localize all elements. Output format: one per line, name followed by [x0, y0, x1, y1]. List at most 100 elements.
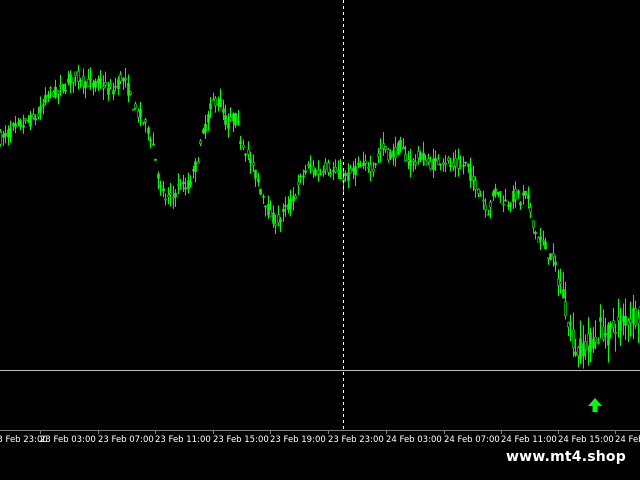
candle-body	[7, 129, 10, 138]
candle-body	[162, 188, 165, 191]
candle-body	[544, 241, 547, 250]
candle-body	[579, 338, 582, 360]
candle-body	[184, 187, 187, 190]
candle-body	[472, 176, 475, 181]
candle-body	[412, 159, 415, 162]
candle-body	[409, 159, 412, 166]
candle-body	[57, 91, 60, 94]
candle-body	[374, 163, 377, 165]
candle-body	[159, 185, 162, 187]
candle-body	[429, 161, 432, 170]
candle-body	[49, 87, 52, 89]
candle-body	[609, 323, 612, 329]
candle-body	[529, 206, 532, 213]
candle-body	[39, 106, 42, 113]
candle-body	[354, 166, 357, 175]
time-axis-label: 23 Feb 15:00	[213, 435, 269, 445]
candle-body	[254, 169, 257, 179]
candle-body	[164, 198, 167, 201]
candle-body	[152, 143, 155, 146]
candle-body	[82, 76, 85, 87]
candle-body	[349, 168, 352, 174]
candle-body	[62, 83, 65, 91]
candle-body	[12, 123, 15, 126]
candle-body	[309, 165, 312, 168]
candle-body	[477, 188, 480, 194]
candle-body	[274, 223, 277, 226]
candle-body	[129, 91, 132, 95]
candle-body	[87, 78, 90, 87]
time-axis-label: 23 Feb 19:00	[270, 435, 326, 445]
candle-body	[307, 164, 310, 167]
candle-body	[259, 188, 262, 195]
candle-body	[124, 78, 127, 80]
candle-body	[237, 120, 240, 123]
candle-body	[434, 158, 437, 162]
candle-body	[179, 187, 182, 190]
candle-body	[524, 190, 527, 196]
candle-body	[574, 351, 577, 356]
candle-body	[539, 237, 542, 241]
candle-body	[527, 194, 530, 200]
candle-body	[339, 169, 342, 180]
candle-body	[554, 261, 557, 265]
candle-body	[372, 168, 375, 173]
candle-body	[439, 163, 442, 166]
candle-body	[552, 253, 555, 258]
candle-body	[459, 165, 462, 168]
candle-body	[119, 74, 122, 82]
candle-body	[72, 77, 75, 83]
candle-body	[279, 219, 282, 223]
candle-body	[454, 158, 457, 167]
candle-body	[347, 172, 350, 181]
candle-body	[182, 181, 185, 185]
candle-body	[449, 164, 452, 168]
candle-body	[357, 162, 360, 166]
candle-body	[532, 220, 535, 229]
candle-body	[559, 281, 562, 284]
candle-body	[377, 153, 380, 158]
candle-body	[149, 139, 152, 142]
candle-body	[269, 209, 272, 217]
candle-body	[207, 114, 210, 123]
candle-body	[239, 141, 242, 144]
candle-body	[619, 321, 622, 331]
candle-body	[197, 161, 200, 164]
candle-body	[299, 175, 302, 178]
candle-body	[67, 78, 70, 83]
candle-body	[252, 162, 255, 166]
candle-body	[257, 178, 260, 183]
candle-body	[617, 316, 620, 321]
candle-body	[489, 201, 492, 208]
candle-body	[144, 119, 147, 123]
candle-body	[219, 98, 222, 107]
candle-body	[139, 109, 142, 118]
candle-body	[24, 118, 27, 121]
candle-body	[467, 163, 470, 167]
candle-body	[214, 98, 217, 107]
candle-body	[424, 160, 427, 166]
candle-body	[487, 214, 490, 216]
candle-body	[264, 205, 267, 208]
candle-body	[469, 168, 472, 181]
candle-body	[2, 134, 5, 138]
candle-body	[584, 341, 587, 350]
candle-body	[209, 103, 212, 110]
candle-body	[94, 80, 97, 88]
candle-body	[192, 169, 195, 171]
price-chart[interactable]: 23 Feb 23:0023 Feb 03:0023 Feb 07:0023 F…	[0, 0, 640, 480]
candle-body	[564, 301, 567, 316]
candle-body	[509, 203, 512, 207]
watermark-text: www.mt4.shop	[497, 444, 635, 470]
candle-body	[517, 190, 520, 195]
candle-body	[9, 128, 12, 138]
candle-body	[32, 114, 35, 119]
candle-body	[364, 160, 367, 164]
candle-body	[284, 205, 287, 207]
candle-body	[14, 123, 17, 127]
candle-body	[99, 78, 102, 85]
candle-body	[289, 199, 292, 209]
time-axis-label: 24 Feb 07:00	[444, 435, 500, 445]
candle-body	[204, 123, 207, 133]
candle-body	[464, 161, 467, 164]
